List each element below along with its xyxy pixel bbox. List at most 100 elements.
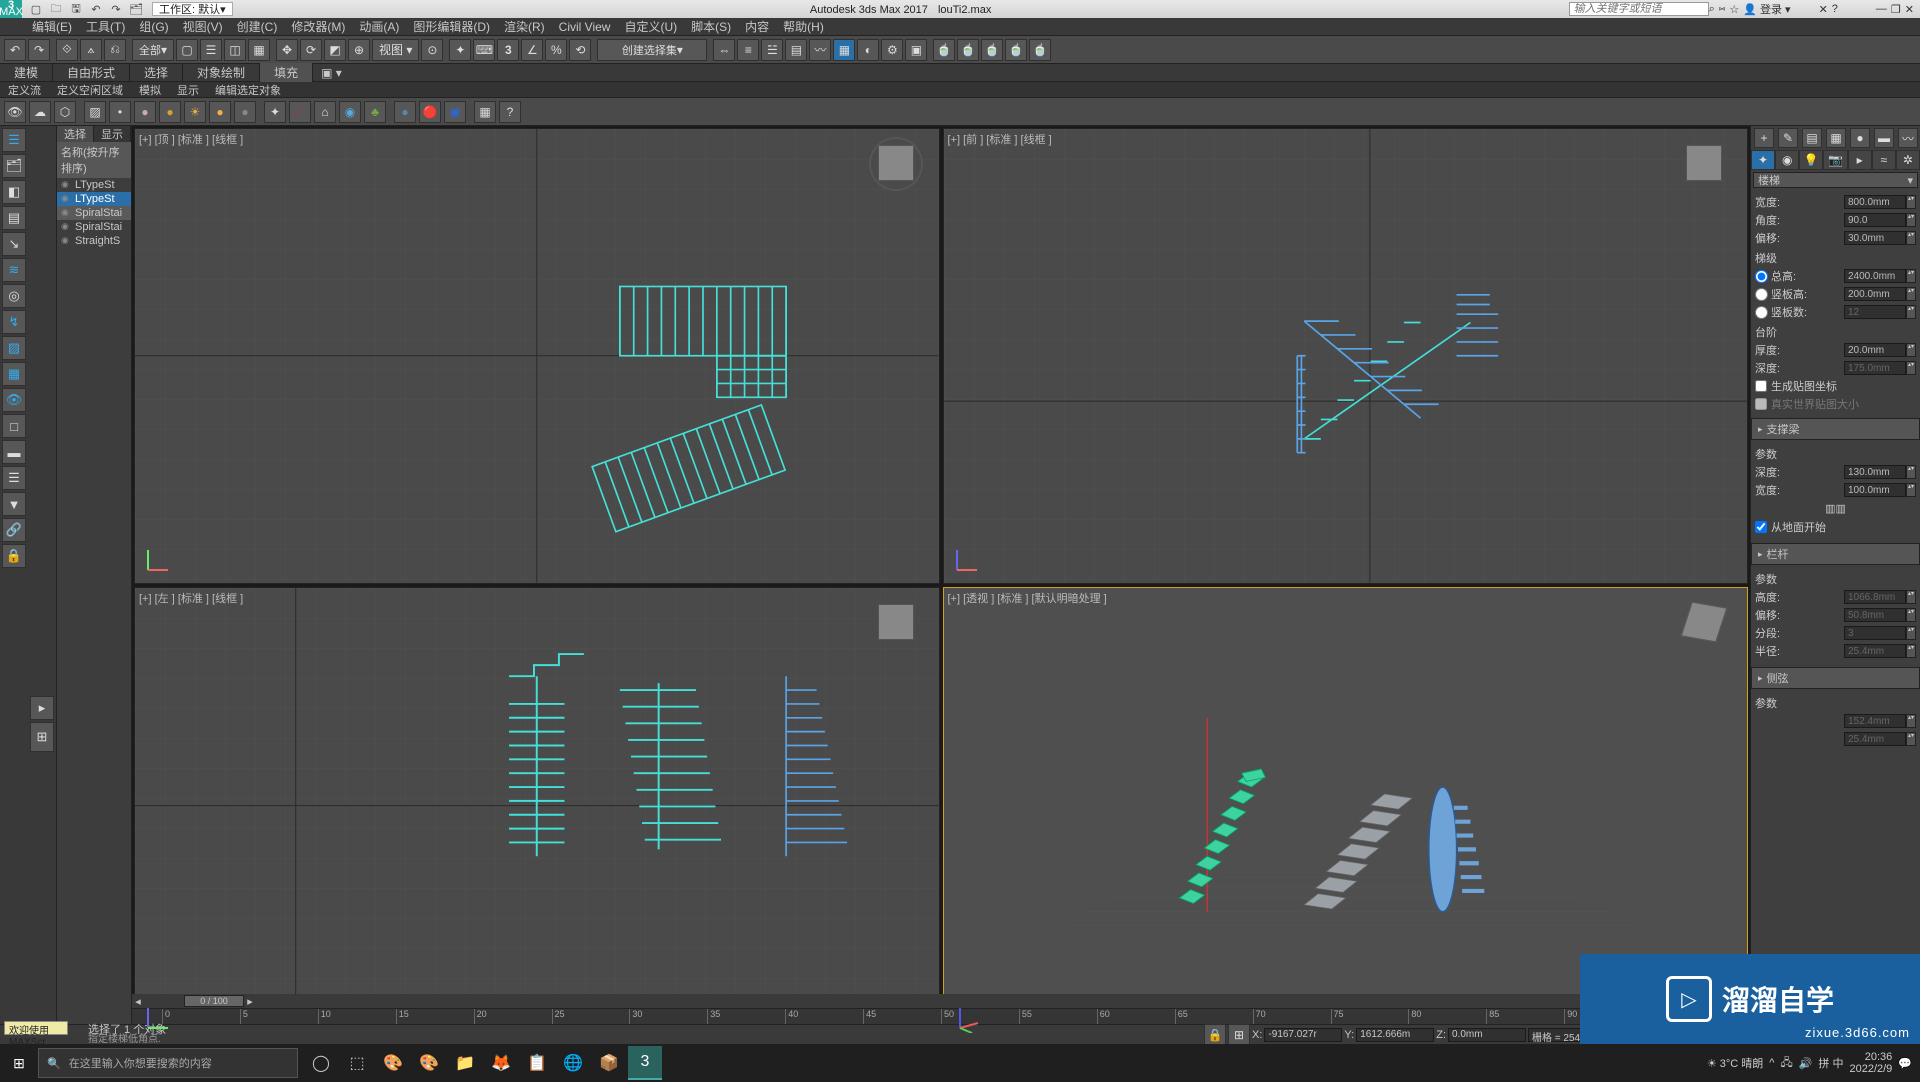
s-width-spinner[interactable]: ▴▾ [1906, 483, 1916, 497]
snap-toggle-button[interactable]: 3 [497, 39, 519, 61]
s-depth-value[interactable]: 130.0mm [1844, 465, 1906, 479]
render-last-button[interactable]: 🍵 [1029, 39, 1051, 61]
menu-views[interactable]: 视图(V) [177, 18, 229, 35]
save-icon[interactable]: 🖫 [67, 2, 85, 16]
dock-tool11[interactable]: 👁 [2, 388, 26, 412]
dock-tool5[interactable]: ↘ [2, 232, 26, 256]
dock-tool12[interactable]: □ [2, 414, 26, 438]
r-seg-spinner[interactable]: ▴▾ [1906, 626, 1916, 640]
viewport-left[interactable]: [+] [左 ] [标准 ] [线框 ] [134, 587, 940, 1043]
param-count-spinner[interactable]: ▴▾ [1906, 305, 1916, 319]
workspace-dropdown[interactable]: 工作区: 默认 ▾ [152, 2, 233, 16]
cmd-line-icon[interactable]: 〰 [1898, 128, 1918, 148]
pop-dot-icon[interactable]: • [109, 101, 131, 123]
ime-indicator[interactable]: 拼 中 [1818, 1055, 1843, 1071]
gen-map-checkbox[interactable] [1755, 380, 1767, 392]
dock-scene-icon[interactable]: 🗂 [2, 154, 26, 178]
viewport-top-label[interactable]: [+] [顶 ] [标准 ] [线框 ] [139, 131, 243, 147]
ribbon-sub-disp[interactable]: 显示 [169, 82, 207, 98]
app-edge[interactable]: 🌐 [556, 1046, 590, 1080]
redo-button[interactable]: ↷ [28, 39, 50, 61]
dock-tool13[interactable]: ▬ [2, 440, 26, 464]
selection-filter-dropdown[interactable]: 全部 ▾ [132, 39, 174, 61]
dock-tool14[interactable]: ☰ [2, 466, 26, 490]
render-frame-button[interactable]: ▣ [905, 39, 927, 61]
tab-utilities[interactable]: ≈ [1872, 150, 1896, 170]
percent-snap-button[interactable]: % [545, 39, 567, 61]
pop-tv-icon[interactable]: ▣ [444, 101, 466, 123]
menu-scripting[interactable]: 脚本(S) [685, 18, 737, 35]
infocenter-icon[interactable]: ⌕ [1709, 3, 1715, 16]
weather-sun-icon[interactable]: 👁 [4, 101, 26, 123]
system-clock[interactable]: 20:362022/2/9 [1849, 1051, 1892, 1075]
param-angle-spinner[interactable]: ▴▾ [1906, 213, 1916, 227]
tab-create[interactable]: ✦ [1751, 150, 1775, 170]
rotate-button[interactable]: ⟳ [300, 39, 322, 61]
dock-link-icon[interactable]: 🔗 [2, 518, 26, 542]
schematic-view-button[interactable]: ▦ [833, 39, 855, 61]
redo-qat-icon[interactable]: ↷ [107, 2, 125, 16]
pop-light-icon[interactable]: ▨ [84, 101, 106, 123]
exchange-icon[interactable]: ✕ [1819, 3, 1828, 16]
cmd-sphere-icon[interactable]: ● [1850, 128, 1870, 148]
pop-meteor-icon[interactable]: ☄ [289, 101, 311, 123]
angle-snap-button[interactable]: ∠ [521, 39, 543, 61]
menu-create[interactable]: 创建(C) [231, 18, 284, 35]
cortana-button[interactable]: ⬚ [340, 1046, 374, 1080]
menu-customize[interactable]: 自定义(U) [618, 18, 683, 35]
ribbon-populate[interactable]: 填充 [260, 63, 313, 82]
menu-animation[interactable]: 动画(A) [353, 18, 405, 35]
tab-display[interactable]: ▸ [1848, 150, 1872, 170]
param-total-value[interactable]: 2400.0mm [1844, 269, 1906, 283]
pop-help-button[interactable]: ? [499, 101, 521, 123]
ribbon-sub-flow[interactable]: 定义流 [0, 82, 49, 98]
param-riser-spinner[interactable]: ▴▾ [1906, 287, 1916, 301]
menu-edit[interactable]: 编辑(E) [26, 18, 78, 35]
viewcube-front[interactable] [1677, 137, 1731, 191]
param-width-value[interactable]: 800.0mm [1844, 195, 1906, 209]
param-angle-value[interactable]: 90.0 [1844, 213, 1906, 227]
r-offset-spinner[interactable]: ▴▾ [1906, 608, 1916, 622]
app-firefox[interactable]: 🦊 [484, 1046, 518, 1080]
rollout-railing-header[interactable]: 栏杆 [1751, 543, 1920, 565]
keyboard-shortcut-button[interactable]: ⌨ [473, 39, 495, 61]
viewport-front-label[interactable]: [+] [前 ] [标准 ] [线框 ] [948, 131, 1052, 147]
pop-ufo-icon[interactable]: ⌂ [314, 101, 336, 123]
param-riser-value[interactable]: 200.0mm [1844, 287, 1906, 301]
r-rad-spinner[interactable]: ▴▾ [1906, 644, 1916, 658]
refcoord-dropdown[interactable]: 视图 ▾ [372, 39, 419, 61]
project-icon[interactable]: 🗂 [127, 2, 145, 16]
dock-layers-icon[interactable]: ☰ [2, 128, 26, 152]
param-thick-value[interactable]: 20.0mm [1844, 343, 1906, 357]
viewport-top[interactable]: [+] [顶 ] [标准 ] [线框 ] [134, 128, 940, 584]
dock-tool6[interactable]: ≋ [2, 258, 26, 282]
tray-volume-icon[interactable]: 🔊 [1799, 1057, 1813, 1070]
scene-item-3[interactable]: SpiralStai [57, 220, 131, 234]
app-3dsmax[interactable]: 3 [628, 1046, 662, 1080]
undo-button[interactable]: ↶ [4, 39, 26, 61]
ribbon-sub-idle[interactable]: 定义空闲区域 [49, 82, 131, 98]
tray-network-icon[interactable]: 🖧 [1780, 1054, 1792, 1073]
weather-cloud-icon[interactable]: ☁ [29, 101, 51, 123]
scene-item-4[interactable]: StraightS [57, 234, 131, 248]
viewcube-left[interactable] [869, 596, 923, 650]
tab-motion[interactable]: 📷 [1823, 150, 1847, 170]
scene-item-1[interactable]: LTypeSt [57, 192, 131, 206]
app-paint[interactable]: 🎨 [376, 1046, 410, 1080]
start-button[interactable]: ⊞ [0, 1044, 38, 1082]
menu-modifiers[interactable]: 修改器(M) [285, 18, 351, 35]
scene-tab-display[interactable]: 显示 [94, 126, 131, 142]
unlink-button[interactable]: ⟑ [80, 39, 102, 61]
pop-sphere-icon[interactable]: ● [394, 101, 416, 123]
signin-button[interactable]: 👤 登录 ▾ [1743, 1, 1790, 17]
menu-tools[interactable]: 工具(T) [80, 18, 131, 35]
app-paint2[interactable]: 🎨 [412, 1046, 446, 1080]
scene-tab-select[interactable]: 选择 [57, 126, 94, 142]
viewport-front[interactable]: [+] [前 ] [标准 ] [线框 ] [943, 128, 1749, 584]
toggle-ribbon-button[interactable]: ▤ [785, 39, 807, 61]
placement-button[interactable]: ⊕ [348, 39, 370, 61]
tab-hierarchy[interactable]: 💡 [1799, 150, 1823, 170]
render-iter-button[interactable]: 🍵 [957, 39, 979, 61]
weather-widget[interactable]: ☀ 3°C 晴朗 [1707, 1055, 1763, 1071]
mirror-button[interactable]: ⇔ [713, 39, 735, 61]
